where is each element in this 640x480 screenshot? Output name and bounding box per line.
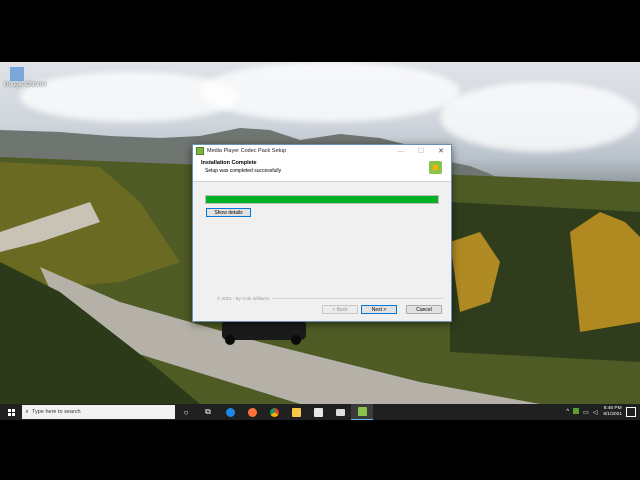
dialog-title: Media Player Codec Pack Setup	[207, 148, 287, 154]
cancel-button[interactable]: Cancel	[406, 305, 442, 314]
branding-divider	[272, 297, 443, 299]
notification-center-icon[interactable]	[626, 407, 636, 417]
codec-app-icon	[196, 147, 204, 155]
search-icon: ⌕	[25, 408, 29, 415]
next-button[interactable]: Next >	[361, 305, 397, 314]
volume-icon[interactable]: ◁	[591, 409, 600, 416]
cortana-icon[interactable]: ○	[175, 404, 197, 420]
tray-app-icon[interactable]	[571, 408, 581, 416]
dialog-titlebar[interactable]: Media Player Codec Pack Setup — ☐ ✕	[193, 145, 451, 157]
codec-setup-icon[interactable]	[351, 404, 373, 420]
setup-dialog: Media Player Codec Pack Setup — ☐ ✕ Inst…	[192, 144, 452, 322]
firefox-icon[interactable]	[241, 404, 263, 420]
show-details-button[interactable]: Show details	[206, 208, 251, 217]
search-placeholder: Type here to search	[32, 409, 81, 415]
chrome-icon[interactable]	[263, 404, 285, 420]
install-subheading: Setup was completed successfully	[205, 168, 282, 174]
mail-icon[interactable]	[329, 404, 351, 420]
edge-icon[interactable]	[219, 404, 241, 420]
clock-date: 6/1/2021	[603, 412, 622, 417]
store-icon[interactable]	[307, 404, 329, 420]
shortcut-label: Google Chrome	[4, 82, 47, 88]
taskbar-search[interactable]: ⌕ Type here to search	[22, 405, 175, 419]
dialog-header: Installation Complete Setup was complete…	[193, 157, 451, 182]
taskbar: ⌕ Type here to search ○ ⧉ ^ ▭ ◁ 8:46 PM …	[0, 404, 640, 420]
windows-logo-icon	[7, 408, 15, 416]
progress-fill	[206, 196, 438, 203]
install-progress-bar	[205, 195, 439, 204]
minimize-button[interactable]: —	[391, 148, 411, 155]
back-button[interactable]: < Back	[322, 305, 358, 314]
close-button[interactable]: ✕	[431, 147, 451, 155]
maximize-button[interactable]: ☐	[411, 147, 431, 155]
desktop-screen: Google Chrome Media Player Codec Pack Se…	[0, 62, 640, 420]
system-tray: ^ ▭ ◁ 8:46 PM 6/1/2021	[564, 404, 640, 420]
branding-row: © 2021 - By Cole Williams	[217, 295, 443, 301]
install-heading: Installation Complete	[201, 160, 257, 166]
network-icon[interactable]: ▭	[581, 409, 591, 416]
desktop-shortcut[interactable]: Google Chrome	[4, 66, 47, 88]
chevron-up-icon[interactable]: ^	[564, 409, 571, 415]
file-explorer-icon[interactable]	[285, 404, 307, 420]
codec-logo-icon	[429, 161, 442, 174]
copyright-text: © 2021 - By Cole Williams	[217, 295, 270, 301]
shortcut-icon	[9, 66, 25, 82]
task-view-icon[interactable]: ⧉	[197, 404, 219, 420]
taskbar-clock[interactable]: 8:46 PM 6/1/2021	[599, 406, 626, 418]
start-button[interactable]	[0, 404, 22, 420]
